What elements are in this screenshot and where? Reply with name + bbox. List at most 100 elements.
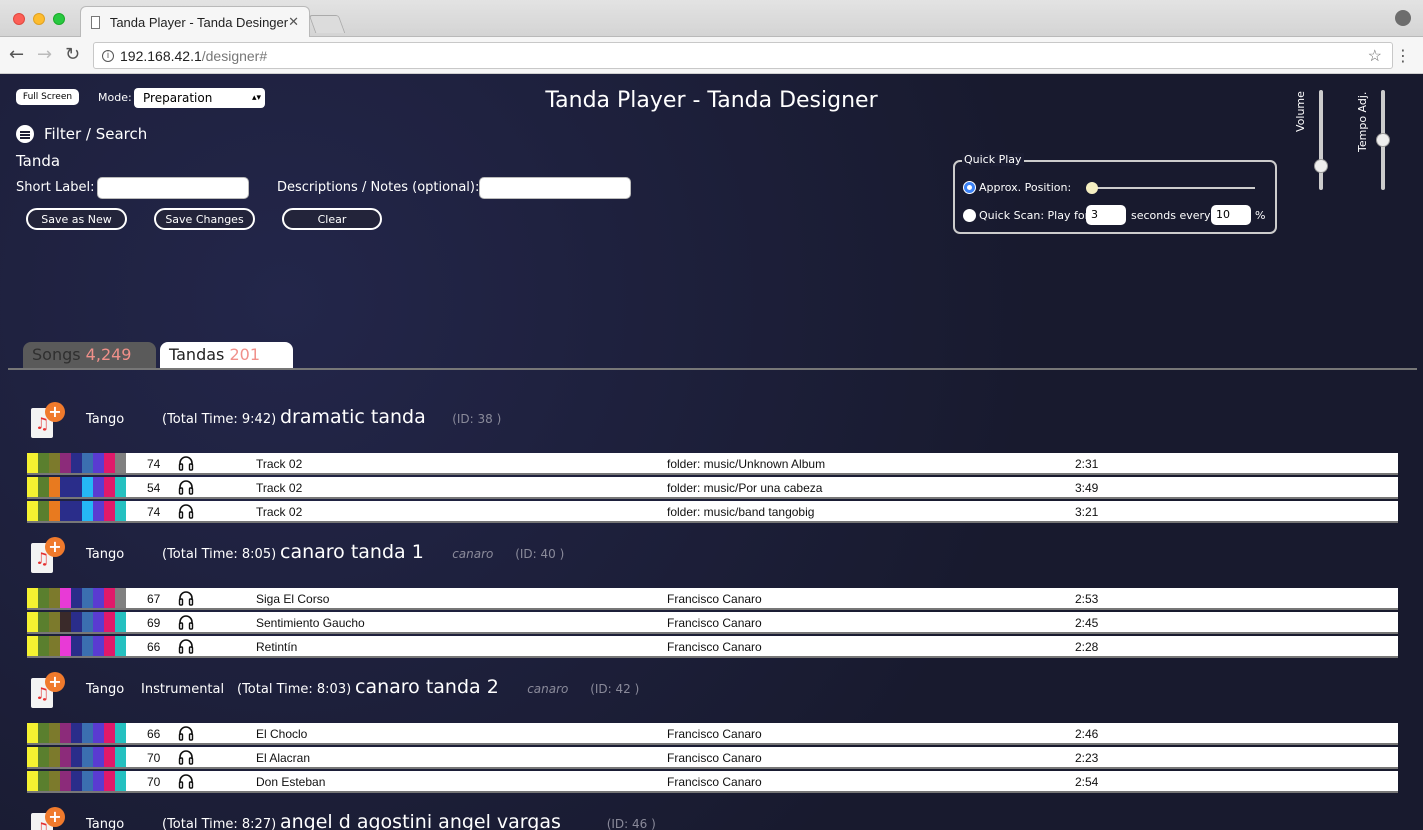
song-bpm: 66	[147, 640, 161, 654]
color-swatch	[71, 501, 82, 521]
tempo-knob[interactable]	[1376, 133, 1390, 147]
song-title: Sentimiento Gaucho	[256, 616, 365, 630]
headphones-icon[interactable]	[178, 479, 194, 495]
address-bar[interactable]: i 192.168.42.1 /designer# ☆	[93, 42, 1393, 69]
back-icon[interactable]: ←	[9, 44, 24, 65]
color-swatch	[104, 477, 115, 497]
scan-percent-input[interactable]: 10	[1211, 205, 1251, 225]
tab-songs-count: 4,249	[85, 345, 132, 364]
filter-search-toggle[interactable]: Filter / Search	[44, 125, 147, 143]
window-close-button[interactable]	[13, 13, 25, 25]
song-duration: 2:46	[1075, 727, 1099, 741]
song-row[interactable]: 69 Sentimiento Gaucho Francisco Canaro 2:45	[27, 612, 1398, 634]
window-zoom-button[interactable]	[53, 13, 65, 25]
volume-knob[interactable]	[1314, 158, 1328, 173]
song-row[interactable]: 54 Track 02 folder: music/Por una cabeza 3:…	[27, 477, 1398, 499]
headphones-icon[interactable]	[178, 773, 194, 789]
song-duration: 3:49	[1075, 481, 1099, 495]
window-minimize-button[interactable]	[33, 13, 45, 25]
tanda-header: ♫ + Tango (Total Time: 8:27) angel d agostin…	[0, 805, 1423, 830]
headphones-icon[interactable]	[178, 638, 194, 654]
color-swatch	[27, 588, 38, 608]
tab-songs[interactable]: Songs 4,249	[23, 342, 156, 368]
song-row[interactable]: 74 Track 02 folder: music/Unknown Album 2:3…	[27, 453, 1398, 475]
color-swatch	[82, 588, 93, 608]
bookmark-star-icon[interactable]: ☆	[1368, 46, 1382, 66]
profile-icon[interactable]	[1395, 10, 1411, 26]
tanda-header: ♫ + Tango Instrumental (Total Time: 8:03) can…	[0, 670, 1423, 714]
add-to-playlist-icon[interactable]: ♫ +	[31, 537, 65, 573]
plus-icon: +	[45, 402, 65, 422]
song-artist: Francisco Canaro	[667, 616, 762, 630]
tanda-name[interactable]: canaro tanda 1	[280, 541, 424, 563]
approx-position-radio[interactable]	[963, 181, 976, 194]
volume-slider[interactable]	[1319, 90, 1323, 190]
scan-seconds-input[interactable]: 3	[1086, 205, 1126, 225]
browser-tab[interactable]: Tanda Player - Tanda Desinger ✕	[80, 6, 310, 38]
save-changes-button[interactable]: Save Changes	[154, 208, 255, 230]
approx-position-label: Approx. Position:	[979, 181, 1072, 194]
headphones-icon[interactable]	[178, 725, 194, 741]
song-title: El Choclo	[256, 727, 308, 741]
color-swatch	[60, 501, 71, 521]
browser-menu-icon[interactable]: ⋮	[1395, 46, 1411, 65]
headphones-icon[interactable]	[178, 749, 194, 765]
tanda-total-time: (Total Time: 8:03)	[237, 682, 352, 697]
color-swatch	[71, 612, 82, 632]
color-swatch	[115, 771, 126, 791]
color-swatch	[27, 453, 38, 473]
song-row[interactable]: 74 Track 02 folder: music/band tangobig 3:2…	[27, 501, 1398, 523]
song-duration: 2:23	[1075, 751, 1099, 765]
save-as-new-button[interactable]: Save as New	[26, 208, 127, 230]
song-row[interactable]: 66 El Choclo Francisco Canaro 2:46	[27, 723, 1398, 745]
quick-scan-radio[interactable]	[963, 209, 976, 222]
new-tab-button[interactable]	[308, 15, 346, 33]
song-row[interactable]: 67 Siga El Corso Francisco Canaro 2:53	[27, 588, 1398, 610]
headphones-icon[interactable]	[178, 503, 194, 519]
color-swatches	[27, 747, 126, 767]
tanda-tag: canaro	[452, 547, 494, 561]
tanda-genre: Tango	[86, 682, 125, 697]
headphones-icon[interactable]	[178, 590, 194, 606]
song-row[interactable]: 70 Don Esteban Francisco Canaro 2:54	[27, 771, 1398, 793]
add-to-playlist-icon[interactable]: ♫ +	[31, 807, 65, 830]
short-label-input[interactable]	[97, 177, 249, 199]
color-swatch	[71, 771, 82, 791]
headphones-icon[interactable]	[178, 455, 194, 471]
color-swatch	[27, 612, 38, 632]
headphones-icon[interactable]	[178, 614, 194, 630]
tab-close-icon[interactable]: ✕	[288, 15, 299, 30]
approx-position-knob[interactable]	[1086, 182, 1098, 194]
tanda-style: Instrumental	[141, 682, 225, 697]
filter-menu-icon[interactable]	[16, 125, 34, 143]
color-swatch	[38, 723, 49, 743]
add-to-playlist-icon[interactable]: ♫ +	[31, 672, 65, 708]
tanda-id: (ID: 40 )	[515, 547, 565, 561]
color-swatch	[60, 588, 71, 608]
tanda-name[interactable]: angel d agostini angel vargas	[280, 811, 561, 830]
percent-sign: %	[1255, 209, 1266, 222]
color-swatch	[82, 501, 93, 521]
song-duration: 2:28	[1075, 640, 1099, 654]
page-title: Tanda Player - Tanda Designer	[545, 88, 878, 113]
add-to-playlist-icon[interactable]: ♫ +	[31, 402, 65, 438]
short-label-label: Short Label:	[16, 180, 95, 195]
notes-input[interactable]	[479, 177, 631, 199]
tanda-heading: Tanda	[16, 152, 61, 170]
tanda-id: (ID: 38 )	[452, 412, 502, 426]
tanda-name[interactable]: dramatic tanda	[280, 406, 426, 428]
song-row[interactable]: 66 Retintín Francisco Canaro 2:28	[27, 636, 1398, 658]
info-icon[interactable]: i	[102, 49, 114, 62]
reload-icon[interactable]: ↻	[65, 44, 80, 65]
song-artist: Francisco Canaro	[667, 727, 762, 741]
song-row[interactable]: 70 El Alacran Francisco Canaro 2:23	[27, 747, 1398, 769]
plus-icon: +	[45, 672, 65, 692]
tab-divider	[8, 368, 1417, 370]
color-swatch	[115, 501, 126, 521]
quick-scan-label: Quick Scan: Play for	[979, 209, 1090, 222]
forward-icon[interactable]: →	[37, 44, 52, 65]
clear-button[interactable]: Clear	[282, 208, 382, 230]
approx-position-slider[interactable]	[1088, 187, 1255, 189]
tanda-name[interactable]: canaro tanda 2	[355, 676, 499, 698]
tab-tandas[interactable]: Tandas 201	[160, 342, 293, 368]
